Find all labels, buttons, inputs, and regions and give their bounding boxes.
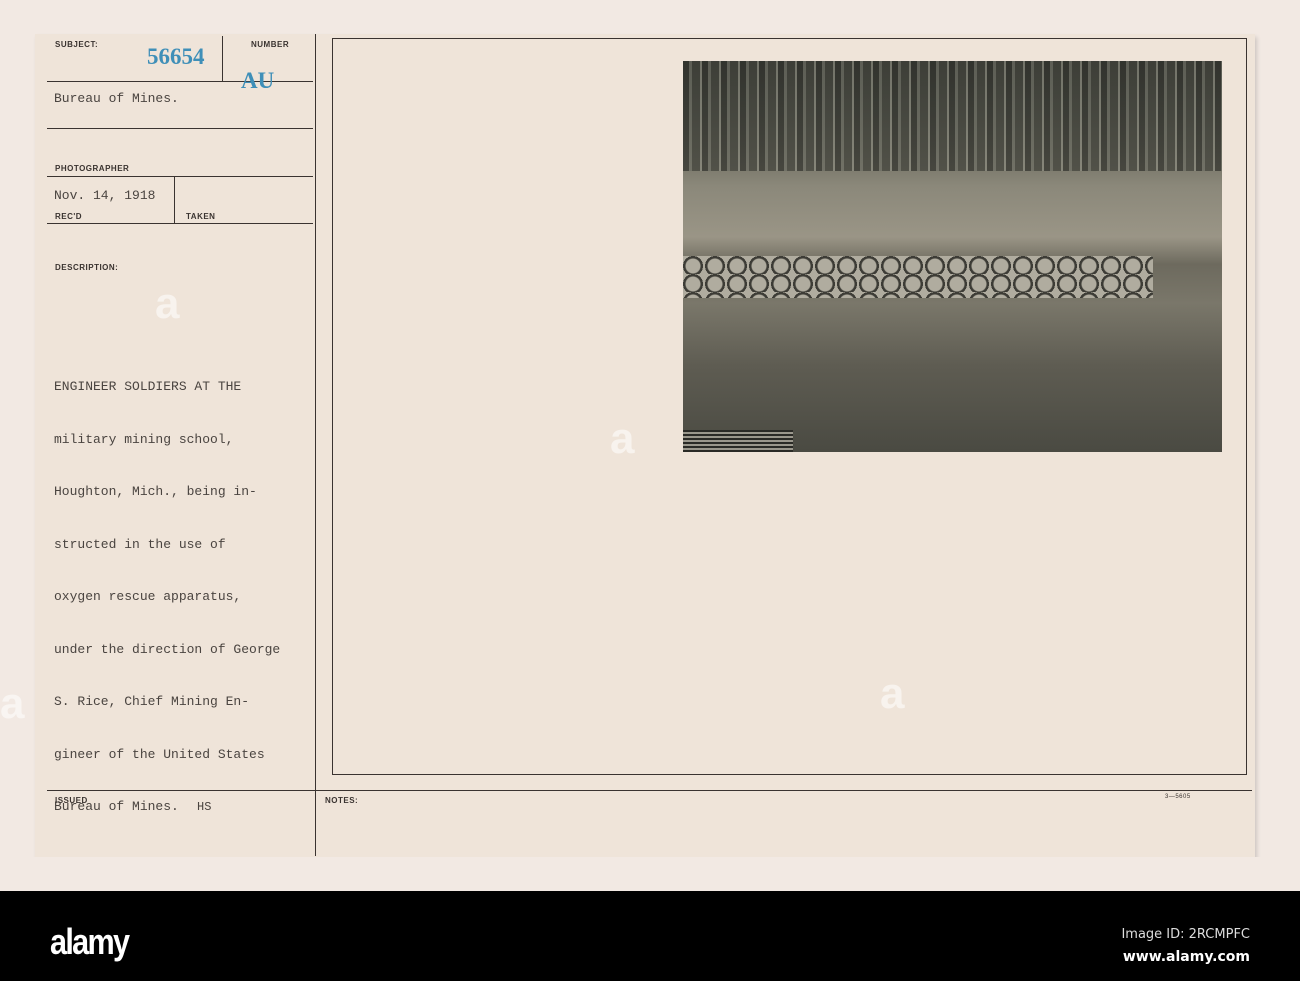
description-line: structed in the use of — [54, 536, 226, 552]
issued-value: HS — [197, 800, 212, 814]
recd-label: REC'D — [55, 212, 83, 221]
image-id: Image ID: 2RCMPFC — [1121, 927, 1250, 942]
divider — [174, 176, 175, 224]
watermark: a — [880, 669, 905, 718]
description-line: Houghton, Mich., being in- — [54, 484, 257, 499]
taken-label: TAKEN — [186, 212, 216, 221]
watermark: a — [610, 414, 635, 463]
column-divider — [315, 34, 316, 856]
divider — [47, 223, 313, 224]
photographer-label: PHOTOGRAPHER — [55, 164, 130, 173]
description-line: ENGINEER SOLDIERS AT THE — [54, 379, 242, 394]
description-text: ENGINEER SOLDIERS AT THE military mining… — [54, 343, 280, 851]
photograph-soldiers-at-stone-wall — [683, 61, 1222, 452]
divider — [222, 36, 223, 81]
subject-value: Bureau of Mines. — [54, 91, 179, 106]
photo-stone-wall — [683, 256, 1153, 298]
description-line: Bureau of Mines. — [54, 799, 179, 814]
subject-label: SUBJECT: — [55, 40, 99, 49]
photo-trees — [683, 61, 1222, 171]
watermark: a — [0, 679, 25, 728]
number-stamp: AU — [241, 68, 275, 93]
issued-label: ISSUED — [55, 796, 88, 805]
description-line: oxygen rescue apparatus, — [54, 589, 242, 604]
archival-record-card: SUBJECT: NUMBER 56654 AU Bureau of Mines… — [0, 34, 1255, 858]
description-line: S. Rice, Chief Mining En- — [54, 694, 250, 709]
description-line: under the direction of George — [54, 641, 281, 657]
stock-footer: alamy Image ID: 2RCMPFC www.alamy.com — [0, 891, 1300, 981]
watermark: a — [155, 279, 180, 328]
record-number: 56654 — [147, 44, 205, 69]
number-label: NUMBER — [251, 40, 290, 49]
received-date: Nov. 14, 1918 — [54, 188, 156, 203]
description-line: gineer of the United States — [54, 746, 265, 762]
divider — [47, 176, 313, 177]
photo-edge-strip — [683, 430, 793, 452]
description-line: military mining school, — [54, 431, 234, 447]
divider — [47, 128, 313, 129]
site-url[interactable]: www.alamy.com — [1123, 949, 1250, 965]
alamy-logo: alamy — [50, 921, 130, 962]
description-label: DESCRIPTION: — [55, 263, 119, 272]
notes-label: NOTES: — [325, 796, 359, 805]
form-number: 3—5605 — [1165, 794, 1191, 800]
